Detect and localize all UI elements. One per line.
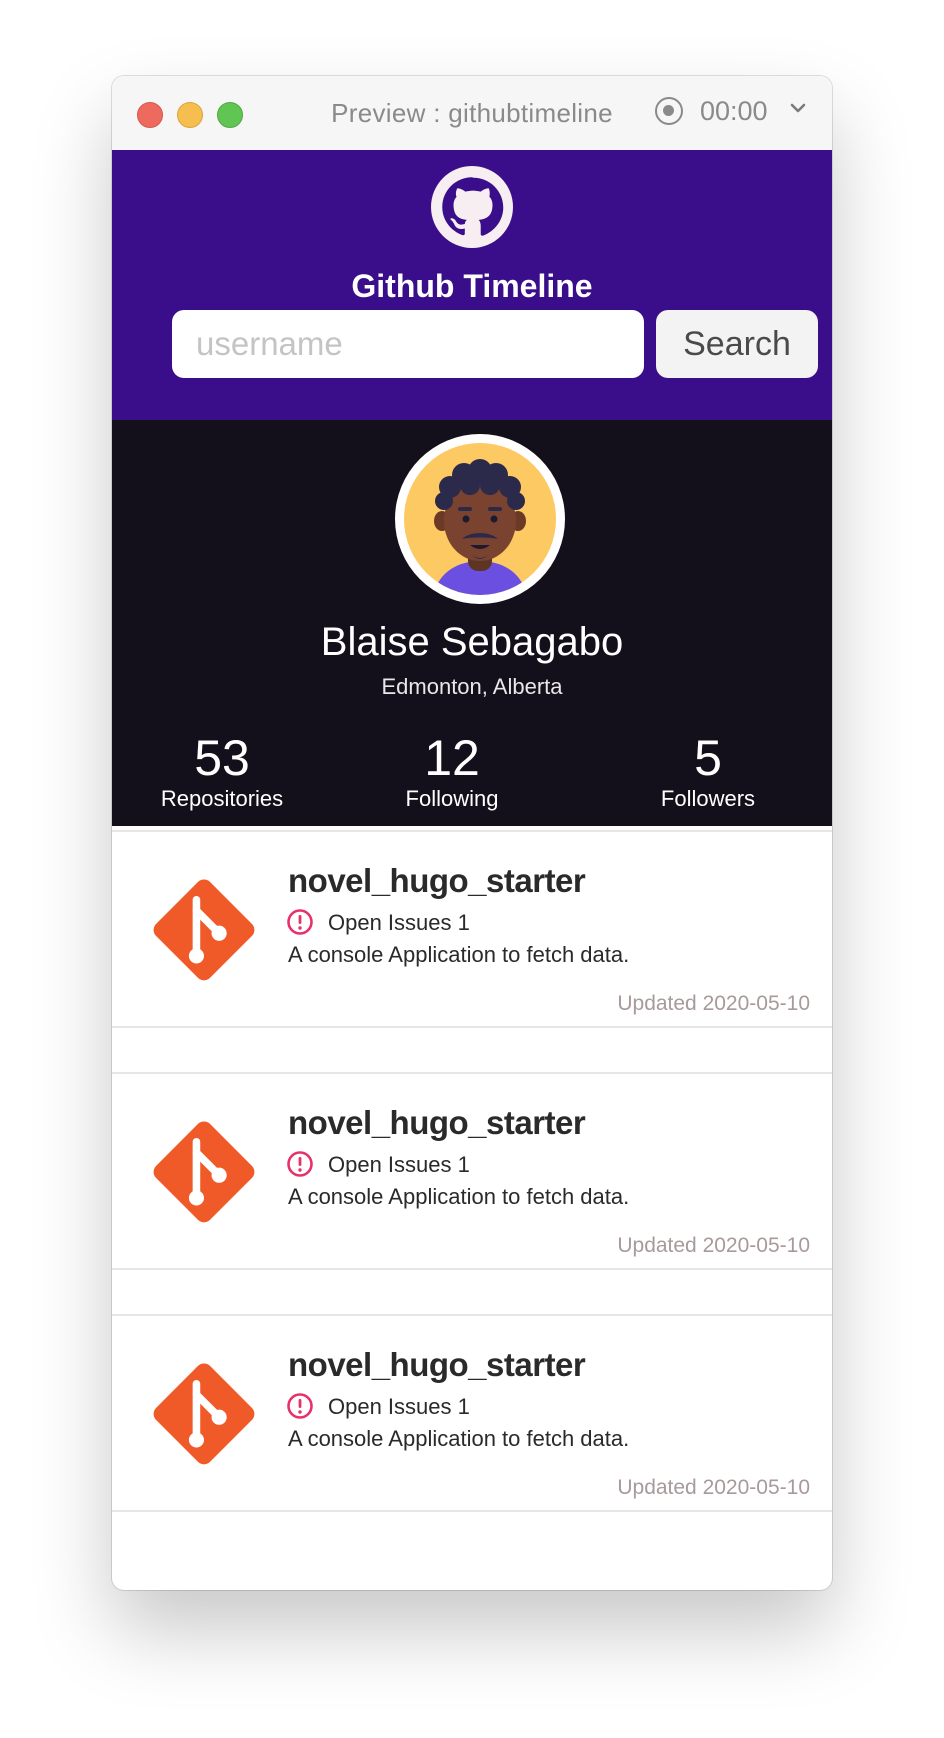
stat-label: Followers — [660, 786, 756, 811]
app-window: Preview : githubtimeline 00:00 Github Ti… — [112, 76, 832, 1590]
repo-name-link[interactable]: novel_hugo_starter — [288, 1104, 586, 1142]
repo-card[interactable]: novel_hugo_starter Open Issues 1 A conso… — [112, 830, 832, 1028]
app-title: Github Timeline — [351, 268, 593, 304]
chevron-down-icon[interactable] — [788, 98, 808, 118]
repo-description: A console Application to fetch data. — [288, 942, 630, 967]
repo-updated-date: Updated 2020-05-10 — [617, 1476, 810, 1499]
avatar — [395, 434, 565, 604]
stat-label: Following — [405, 786, 499, 811]
profile-name: Blaise Sebagabo — [320, 620, 624, 664]
repo-name-link[interactable]: novel_hugo_starter — [288, 1346, 586, 1384]
issue-alert-icon — [287, 909, 313, 935]
stat-followers: 5 Followers — [608, 730, 808, 812]
git-icon — [153, 879, 255, 981]
stat-value: 12 — [424, 730, 480, 786]
repo-name-link[interactable]: novel_hugo_starter — [288, 862, 586, 900]
stat-value: 5 — [694, 730, 722, 786]
git-icon — [153, 1363, 255, 1465]
app-header: Github Timeline Search — [112, 150, 832, 420]
repo-updated-date: Updated 2020-05-10 — [617, 1234, 810, 1257]
username-search-input[interactable] — [172, 310, 644, 378]
repo-updated-date: Updated 2020-05-10 — [617, 992, 810, 1015]
open-issues-count: Open Issues 1 — [328, 1394, 470, 1419]
record-icon[interactable] — [655, 97, 683, 125]
repo-card[interactable]: novel_hugo_starter Open Issues 1 A conso… — [112, 1072, 832, 1270]
profile-section: Blaise Sebagabo Edmonton, Alberta 53 Rep… — [112, 420, 832, 826]
stat-following: 12 Following — [352, 730, 552, 812]
git-icon — [153, 1121, 255, 1223]
open-issues-count: Open Issues 1 — [328, 1152, 470, 1177]
repo-description: A console Application to fetch data. — [288, 1426, 630, 1451]
search-button[interactable]: Search — [656, 310, 818, 378]
avatar-illustration — [404, 443, 556, 595]
timer-readout: 00:00 — [700, 96, 768, 126]
stat-label: Repositories — [160, 786, 284, 811]
issue-alert-icon — [287, 1393, 313, 1419]
repo-card[interactable]: novel_hugo_starter Open Issues 1 A conso… — [112, 1314, 832, 1512]
open-issues-count: Open Issues 1 — [328, 910, 470, 935]
stat-repositories: 53 Repositories — [122, 730, 322, 812]
stat-value: 53 — [194, 730, 250, 786]
issue-alert-icon — [287, 1151, 313, 1177]
repo-description: A console Application to fetch data. — [288, 1184, 630, 1209]
github-logo-icon — [431, 166, 513, 248]
title-bar: Preview : githubtimeline 00:00 — [112, 76, 832, 151]
profile-location: Edmonton, Alberta — [381, 674, 563, 699]
